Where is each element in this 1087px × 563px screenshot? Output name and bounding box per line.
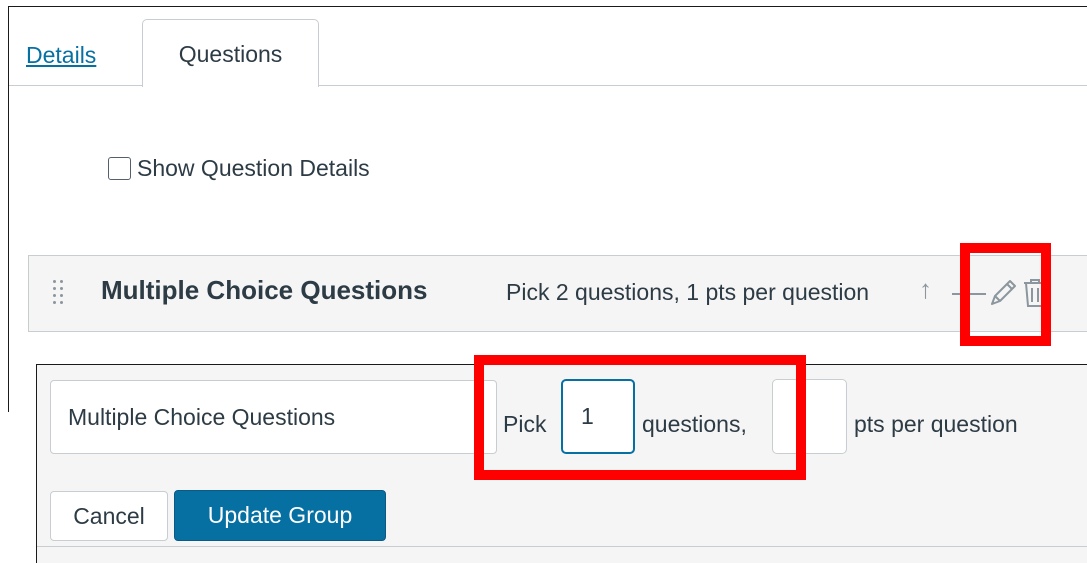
trash-icon[interactable]	[1020, 277, 1050, 309]
pick-label: Pick	[503, 411, 547, 437]
show-details-label: Show Question Details	[137, 155, 370, 181]
pencil-icon[interactable]	[986, 276, 1020, 310]
points-per-question-input[interactable]	[772, 379, 847, 454]
drag-handle-icon[interactable]	[52, 278, 66, 308]
show-question-details[interactable]: Show Question Details	[108, 155, 370, 182]
update-group-button[interactable]: Update Group	[174, 490, 386, 541]
group-title: Multiple Choice Questions	[101, 275, 428, 305]
tab-details[interactable]: Details	[26, 42, 96, 69]
arrow-up-icon[interactable]: ↑	[919, 274, 932, 305]
pick-count-input[interactable]	[561, 379, 635, 454]
separator-line	[952, 293, 986, 295]
tab-questions[interactable]: Questions	[142, 19, 319, 87]
questions-label: questions,	[642, 411, 747, 437]
show-details-checkbox[interactable]	[108, 157, 131, 180]
pts-per-question-label: pts per question	[854, 411, 1018, 437]
group-pick-info: Pick 2 questions, 1 pts per question	[506, 279, 870, 305]
cancel-button[interactable]: Cancel	[50, 491, 168, 541]
group-name-input[interactable]	[50, 380, 497, 454]
panel-divider	[37, 546, 1087, 547]
